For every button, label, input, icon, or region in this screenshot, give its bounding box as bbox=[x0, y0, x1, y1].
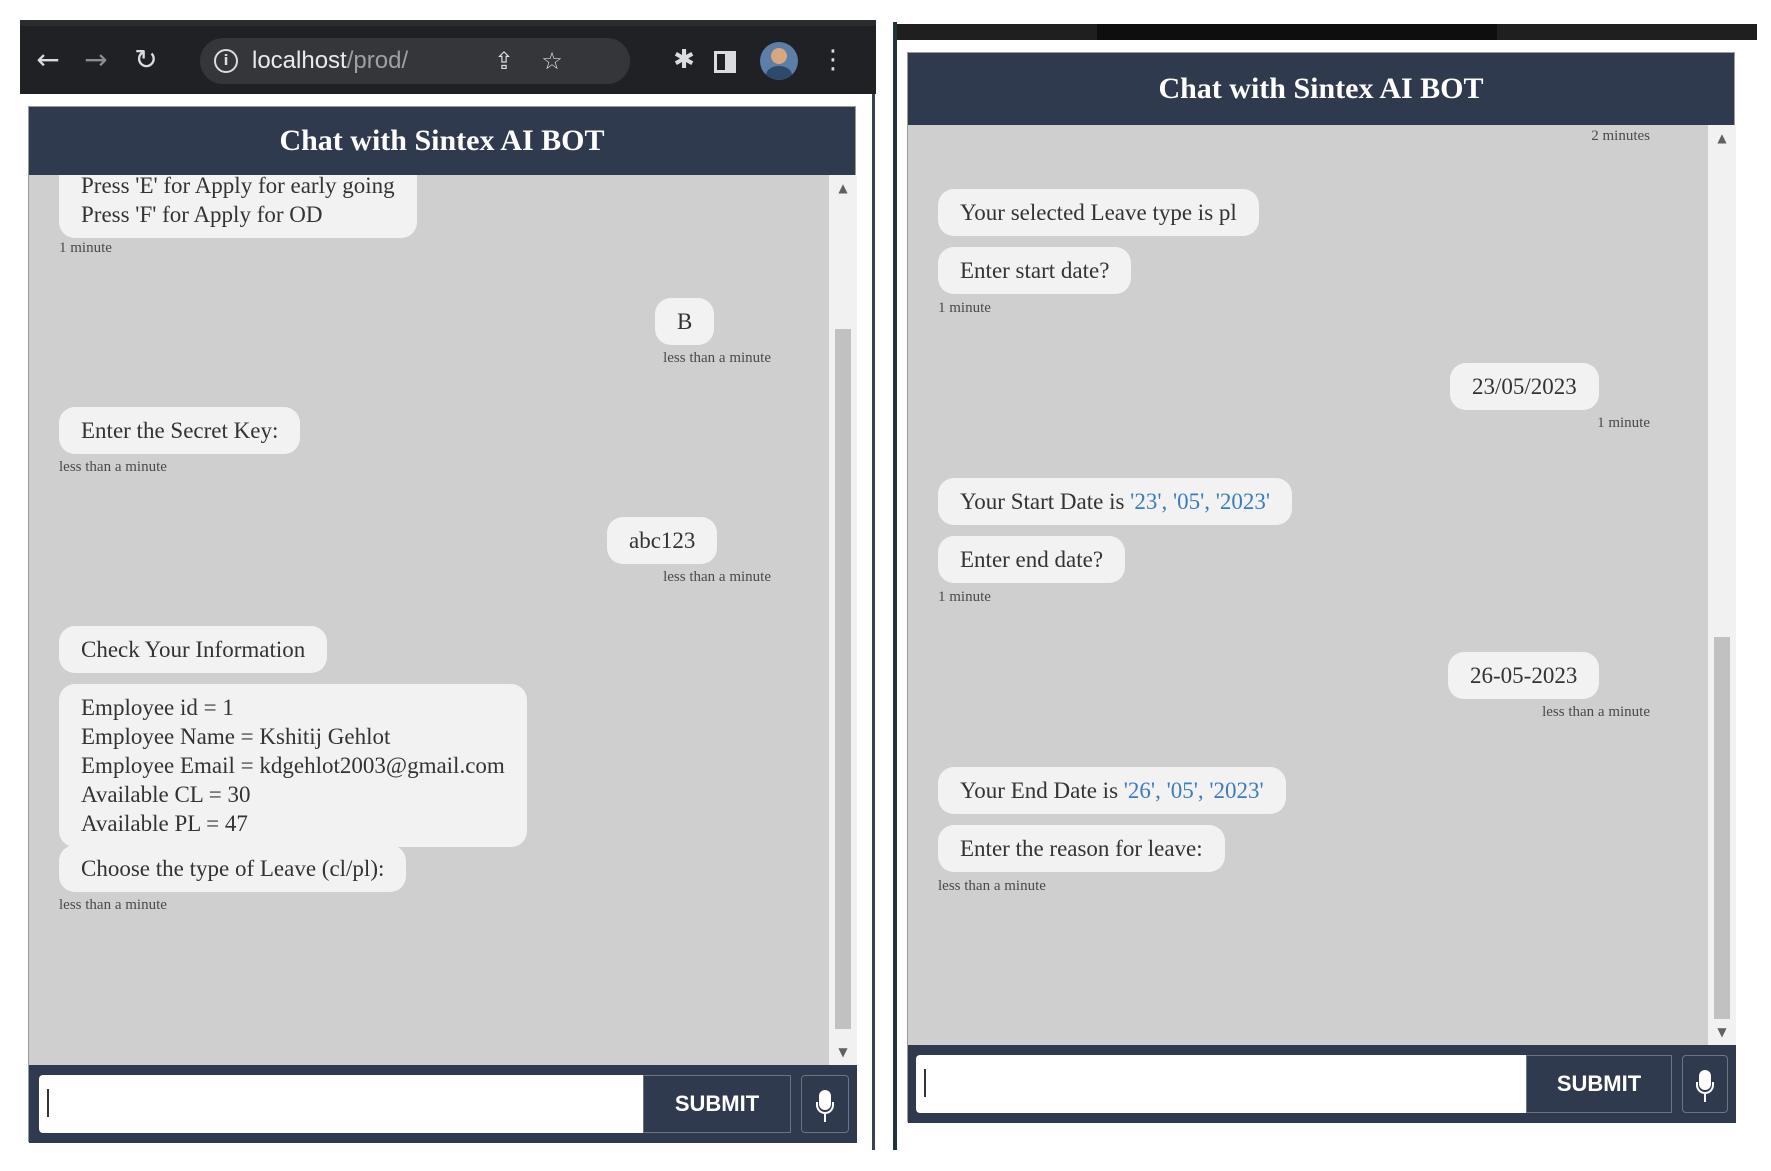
message-input[interactable] bbox=[916, 1055, 1526, 1113]
scroll-down-arrow-icon[interactable]: ▼ bbox=[829, 1041, 857, 1063]
message-line: Press 'F' for Apply for OD bbox=[81, 202, 323, 227]
message-timestamp: 2 minutes bbox=[1591, 128, 1650, 144]
window-edge bbox=[872, 94, 875, 1150]
start-date-value: '23', '05', '2023' bbox=[1130, 489, 1271, 514]
bot-message: Enter end date? bbox=[938, 536, 1126, 583]
submit-button[interactable]: SUBMIT bbox=[1526, 1055, 1672, 1113]
message-timestamp: less than a minute bbox=[663, 350, 771, 366]
message-line: Available PL = 47 bbox=[81, 811, 248, 836]
bot-message: Enter the reason for leave: bbox=[938, 825, 1225, 872]
message-list: 2 minutes Your selected Leave type is pl… bbox=[908, 125, 1708, 1045]
message-input[interactable] bbox=[39, 1075, 643, 1133]
browser-toolbar-cropped bbox=[897, 24, 1757, 40]
message-timestamp: 1 minute bbox=[938, 300, 991, 316]
side-panel-icon[interactable] bbox=[714, 51, 736, 73]
microphone-stand-icon bbox=[816, 1102, 834, 1114]
microphone-stand-icon bbox=[1696, 1082, 1714, 1094]
input-bar: SUBMIT bbox=[908, 1045, 1736, 1123]
message-text: Your End Date is bbox=[960, 778, 1124, 803]
message-line: Available CL = 30 bbox=[81, 782, 251, 807]
share-icon[interactable]: ⇪ bbox=[488, 46, 520, 76]
message-timestamp: less than a minute bbox=[938, 878, 1046, 894]
user-message: 23/05/2023 bbox=[1450, 363, 1599, 410]
bot-message: Enter the Secret Key: bbox=[59, 407, 301, 454]
chat-title: Chat with Sintex AI BOT bbox=[908, 53, 1734, 125]
text-cursor bbox=[47, 1089, 49, 1117]
message-line: Press 'E' for Apply for early going bbox=[81, 175, 395, 198]
bookmark-star-icon[interactable]: ☆ bbox=[536, 46, 568, 76]
scroll-thumb[interactable] bbox=[835, 329, 851, 1029]
message-text: Your Start Date is bbox=[960, 489, 1131, 514]
url-host: localhost bbox=[252, 47, 347, 74]
input-bar: SUBMIT bbox=[29, 1065, 857, 1143]
chat-widget: Chat with Sintex AI BOT Press 'E' for Ap… bbox=[28, 106, 857, 1143]
user-message: abc123 bbox=[607, 517, 718, 564]
scroll-thumb[interactable] bbox=[1714, 637, 1730, 1019]
site-info-icon[interactable]: i bbox=[214, 49, 238, 73]
kebab-menu-icon[interactable]: ⋮ bbox=[820, 40, 846, 80]
bot-message: Enter start date? bbox=[938, 247, 1132, 294]
chat-scrollbar[interactable]: ▲ ▼ bbox=[1708, 125, 1736, 1045]
forward-arrow-icon[interactable]: → bbox=[76, 40, 116, 80]
end-date-value: '26', '05', '2023' bbox=[1123, 778, 1264, 803]
microphone-base-icon bbox=[824, 1114, 826, 1122]
right-screenshot: Chat with Sintex AI BOT 2 minutes Your s… bbox=[897, 20, 1757, 1150]
bot-message: Press 'E' for Apply for early going Pres… bbox=[59, 175, 417, 238]
back-arrow-icon[interactable]: ← bbox=[28, 40, 68, 80]
scroll-up-arrow-icon[interactable]: ▲ bbox=[829, 177, 857, 199]
message-timestamp: 1 minute bbox=[938, 589, 991, 605]
employee-info-message: Employee id = 1 Employee Name = Kshitij … bbox=[59, 684, 527, 847]
message-timestamp: less than a minute bbox=[59, 897, 167, 913]
url-path: /prod/ bbox=[346, 47, 409, 74]
message-timestamp: 1 minute bbox=[59, 240, 112, 256]
user-message: B bbox=[655, 298, 715, 345]
message-line: Employee Name = Kshitij Gehlot bbox=[81, 724, 391, 749]
scroll-down-arrow-icon[interactable]: ▼ bbox=[1708, 1021, 1736, 1043]
message-timestamp: less than a minute bbox=[663, 569, 771, 585]
message-timestamp: less than a minute bbox=[1542, 704, 1650, 720]
bot-message: Your End Date is '26', '05', '2023' bbox=[938, 767, 1286, 814]
chat-scrollbar[interactable]: ▲ ▼ bbox=[829, 175, 857, 1065]
left-screenshot: ← → ↻ i localhost/prod/ ⇪ ☆ ✱ ⋮ Chat wit… bbox=[20, 20, 876, 1150]
chat-title: Chat with Sintex AI BOT bbox=[29, 107, 855, 175]
bot-message: Check Your Information bbox=[59, 626, 328, 673]
message-timestamp: less than a minute bbox=[59, 459, 167, 475]
message-timestamp: 1 minute bbox=[1597, 415, 1650, 431]
user-message: 26-05-2023 bbox=[1448, 652, 1600, 699]
microphone-base-icon bbox=[1704, 1094, 1706, 1102]
address-bar[interactable]: i localhost/prod/ ⇪ ☆ bbox=[200, 38, 630, 84]
url-text[interactable]: localhost/prod/ bbox=[252, 46, 408, 76]
microphone-button[interactable] bbox=[1682, 1055, 1728, 1113]
extensions-puzzle-icon[interactable]: ✱ bbox=[664, 40, 704, 80]
message-line: Employee Email = kdgehlot2003@gmail.com bbox=[81, 753, 505, 778]
message-line: Employee id = 1 bbox=[81, 695, 234, 720]
browser-toolbar: ← → ↻ i localhost/prod/ ⇪ ☆ ✱ ⋮ bbox=[20, 20, 876, 94]
submit-button[interactable]: SUBMIT bbox=[643, 1075, 791, 1133]
profile-avatar[interactable] bbox=[760, 42, 798, 80]
microphone-button[interactable] bbox=[801, 1075, 849, 1133]
bot-message: Your selected Leave type is pl bbox=[938, 189, 1259, 236]
text-cursor bbox=[924, 1069, 926, 1097]
chat-widget: Chat with Sintex AI BOT 2 minutes Your s… bbox=[907, 52, 1736, 1123]
bot-message: Your Start Date is '23', '05', '2023' bbox=[938, 478, 1293, 525]
bot-message: Choose the type of Leave (cl/pl): bbox=[59, 845, 407, 892]
message-list: Press 'E' for Apply for early going Pres… bbox=[29, 175, 829, 1065]
scroll-up-arrow-icon[interactable]: ▲ bbox=[1708, 127, 1736, 149]
reload-icon[interactable]: ↻ bbox=[126, 40, 166, 80]
